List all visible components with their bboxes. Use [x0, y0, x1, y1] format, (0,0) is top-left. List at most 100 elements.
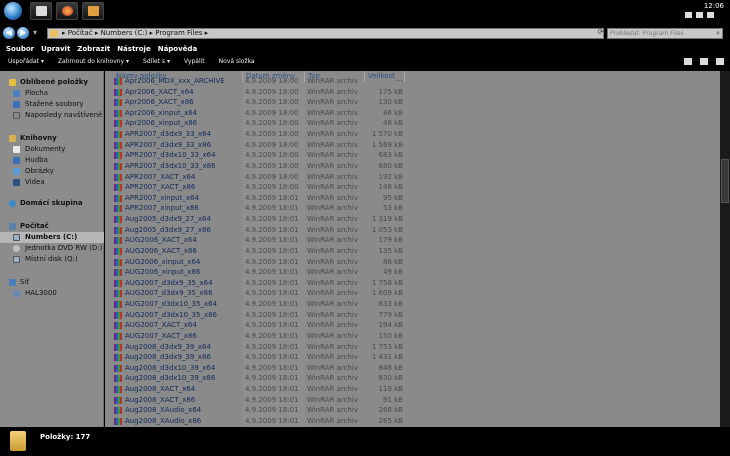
change-view-icon[interactable] [684, 58, 692, 65]
file-row[interactable]: AUG2007_d3dx10_35_x86 4.9.2009 18:01 WinRA… [105, 310, 720, 321]
nav-drive-c[interactable]: Numbers (C:) [0, 232, 104, 243]
back-button[interactable]: ◀ [3, 27, 15, 39]
breadcrumb[interactable]: ▸ Počítač ▸ Numbers (C:) ▸ Program Files… [62, 29, 208, 38]
file-row[interactable]: Apr2006_xinput_x64 4.9.2009 18:00 WinRAR a… [105, 108, 720, 119]
address-field[interactable]: ▸ Počítač ▸ Numbers (C:) ▸ Program Files… [47, 28, 604, 39]
clock[interactable]: 12:06 [704, 2, 724, 10]
nav-hal3000[interactable]: HAL3000 [0, 288, 104, 299]
winrar-archive-icon [114, 301, 122, 309]
taskbar-media-button[interactable] [82, 2, 104, 20]
organize-button[interactable]: Uspořádat ▾ [8, 55, 44, 69]
file-row[interactable]: APR2007_XACT_x86 4.9.2009 18:00 WinRAR arc… [105, 182, 720, 193]
file-row[interactable]: APR2007_d3dx10_33_x86 4.9.2009 18:00 WinRA… [105, 161, 720, 172]
file-name: Apr2006_xinput_x64 [125, 108, 198, 117]
nav-music[interactable]: Hudba [0, 155, 104, 166]
winrar-archive-icon [114, 354, 122, 362]
search-box[interactable]: ⌕ [607, 28, 723, 39]
file-name: APR2007_d3dx9_33_x86 [125, 140, 212, 149]
nav-documents[interactable]: Dokumenty [0, 144, 104, 155]
file-row[interactable]: APR2007_d3dx10_33_x64 4.9.2009 18:00 WinRA… [105, 150, 720, 161]
search-input[interactable] [610, 29, 710, 38]
winrar-archive-icon [114, 109, 122, 117]
menu-view[interactable]: Zobrazit [77, 43, 110, 55]
file-row[interactable]: Aug2008_XACT_x86 4.9.2009 18:01 WinRAR arc… [105, 395, 720, 406]
nav-desktop[interactable]: Plocha [0, 88, 104, 99]
file-row[interactable]: APR2007_XACT_x64 4.9.2009 18:00 WinRAR arc… [105, 172, 720, 183]
file-row[interactable]: AUG2006_XACT_x64 4.9.2009 18:01 WinRAR arc… [105, 235, 720, 246]
file-type: WinRAR archiv [307, 215, 358, 224]
file-row[interactable]: Apr2006_XACT_x64 4.9.2009 18:00 WinRAR arc… [105, 87, 720, 98]
nav-recent[interactable]: Naposledy navštívené [0, 110, 104, 121]
vertical-scrollbar[interactable] [720, 71, 730, 427]
file-row[interactable]: Aug2008_XAudio_x86 4.9.2009 18:01 WinRAR a… [105, 416, 720, 427]
file-row[interactable]: Aug2008_d3dx10_39_x64 4.9.2009 18:01 WinRA… [105, 363, 720, 374]
forward-button[interactable]: ▶ [17, 27, 29, 39]
file-row[interactable]: Aug2008_d3dx9_39_x86 4.9.2009 18:01 WinRAR… [105, 352, 720, 363]
nav-drive-d[interactable]: Jednotka DVD RW (D:) N [0, 243, 104, 254]
file-size: 680 kB [378, 161, 403, 170]
file-row[interactable]: APR2007_xinput_x64 4.9.2009 18:01 WinRAR a… [105, 193, 720, 204]
file-row[interactable]: APR2007_xinput_x86 4.9.2009 18:01 WinRAR a… [105, 203, 720, 214]
file-row[interactable]: AUG2006_xinput_x64 4.9.2009 18:01 WinRAR a… [105, 257, 720, 268]
menu-edit[interactable]: Upravit [41, 43, 70, 55]
include-in-library-button[interactable]: Zahrnout do knihovny ▾ [58, 55, 129, 69]
file-row[interactable]: AUG2007_d3dx9_35_x64 4.9.2009 18:01 WinRAR… [105, 278, 720, 289]
file-date: 4.9.2009 18:01 [245, 268, 299, 277]
refresh-icon[interactable]: ⟳ [596, 28, 605, 37]
folder-icon [10, 431, 26, 451]
system-tray-icons [685, 12, 714, 18]
recent-pages-icon[interactable]: ▾ [31, 27, 39, 39]
help-icon[interactable] [716, 58, 724, 65]
file-row[interactable]: Aug2005_d3dx9_27_x64 4.9.2009 18:01 WinRAR… [105, 214, 720, 225]
file-row[interactable]: AUG2007_XACT_x64 4.9.2009 18:01 WinRAR arc… [105, 320, 720, 331]
file-row[interactable]: APR2007_d3dx9_33_x64 4.9.2009 18:00 WinRAR… [105, 129, 720, 140]
file-row[interactable]: Aug2008_d3dx9_39_x64 4.9.2009 18:01 WinRAR… [105, 342, 720, 353]
search-icon[interactable]: ⌕ [716, 29, 720, 38]
preview-pane-icon[interactable] [700, 58, 708, 65]
new-folder-button[interactable]: Nová složka [219, 55, 255, 69]
file-type: WinRAR archiv [307, 331, 358, 340]
nav-network[interactable]: Síť [0, 277, 104, 288]
file-row[interactable]: AUG2007_d3dx9_35_x86 4.9.2009 18:01 WinRAR… [105, 288, 720, 299]
nav-libraries[interactable]: Knihovny [0, 133, 104, 144]
winrar-archive-icon [114, 141, 122, 149]
file-row[interactable]: Aug2008_XAudio_x64 4.9.2009 18:01 WinRAR a… [105, 405, 720, 416]
nav-videos[interactable]: Videa [0, 177, 104, 188]
share-with-button[interactable]: Sdílet s ▾ [143, 55, 170, 69]
nav-downloads[interactable]: Stažené soubory [0, 99, 104, 110]
file-row[interactable]: AUG2007_d3dx10_35_x64 4.9.2009 18:01 WinRA… [105, 299, 720, 310]
nav-drive-q[interactable]: Místní disk (Q:) [0, 254, 104, 265]
file-row[interactable]: APR2007_d3dx9_33_x86 4.9.2009 18:00 WinRAR… [105, 140, 720, 151]
file-size: 95 kB [383, 193, 403, 202]
nav-computer[interactable]: Počítač [0, 221, 104, 232]
network-icon[interactable] [696, 12, 703, 18]
volume-icon[interactable] [707, 12, 714, 18]
menu-file[interactable]: Soubor [6, 43, 34, 55]
menu-help[interactable]: Nápověda [158, 43, 197, 55]
start-button[interactable] [4, 2, 22, 20]
burn-button[interactable]: Vypálit [184, 55, 205, 69]
menu-tools[interactable]: Nástroje [117, 43, 151, 55]
winrar-archive-icon [114, 88, 122, 96]
file-row[interactable]: AUG2007_XACT_x86 4.9.2009 18:01 WinRAR arc… [105, 331, 720, 342]
flag-icon[interactable] [685, 12, 692, 18]
file-row[interactable]: AUG2006_XACT_x86 4.9.2009 18:01 WinRAR arc… [105, 246, 720, 257]
scrollbar-thumb[interactable] [721, 159, 729, 203]
file-name: Apr2006_xinput_x86 [125, 119, 198, 128]
file-type: WinRAR archiv [307, 151, 358, 160]
file-row[interactable]: Aug2005_d3dx9_27_x86 4.9.2009 18:01 WinRAR… [105, 225, 720, 236]
file-name: APR2007_XACT_x64 [125, 172, 196, 181]
file-row[interactable]: AUG2006_xinput_x86 4.9.2009 18:01 WinRAR a… [105, 267, 720, 278]
file-row[interactable]: Aug2008_XACT_x64 4.9.2009 18:01 WinRAR arc… [105, 384, 720, 395]
taskbar-firefox-button[interactable] [56, 2, 78, 20]
nav-homegroup[interactable]: Domácí skupina [0, 198, 104, 209]
taskbar-explorer-button[interactable] [30, 2, 52, 20]
file-row[interactable]: Aug2008_d3dx10_39_x86 4.9.2009 18:01 WinRA… [105, 373, 720, 384]
clock-time: 12:06 [703, 2, 724, 10]
nav-pictures[interactable]: Obrázky [0, 166, 104, 177]
file-row[interactable]: Apr2006_xinput_x86 4.9.2009 18:00 WinRAR a… [105, 118, 720, 129]
star-icon [9, 79, 16, 86]
nav-favorites[interactable]: Oblíbené položky [0, 77, 104, 88]
file-row[interactable]: Apr2006_MDX_xxx_ARCHIVE 4.9.2009 18:00 Win… [105, 76, 720, 87]
file-row[interactable]: Apr2006_XACT_x86 4.9.2009 18:00 WinRAR arc… [105, 97, 720, 108]
